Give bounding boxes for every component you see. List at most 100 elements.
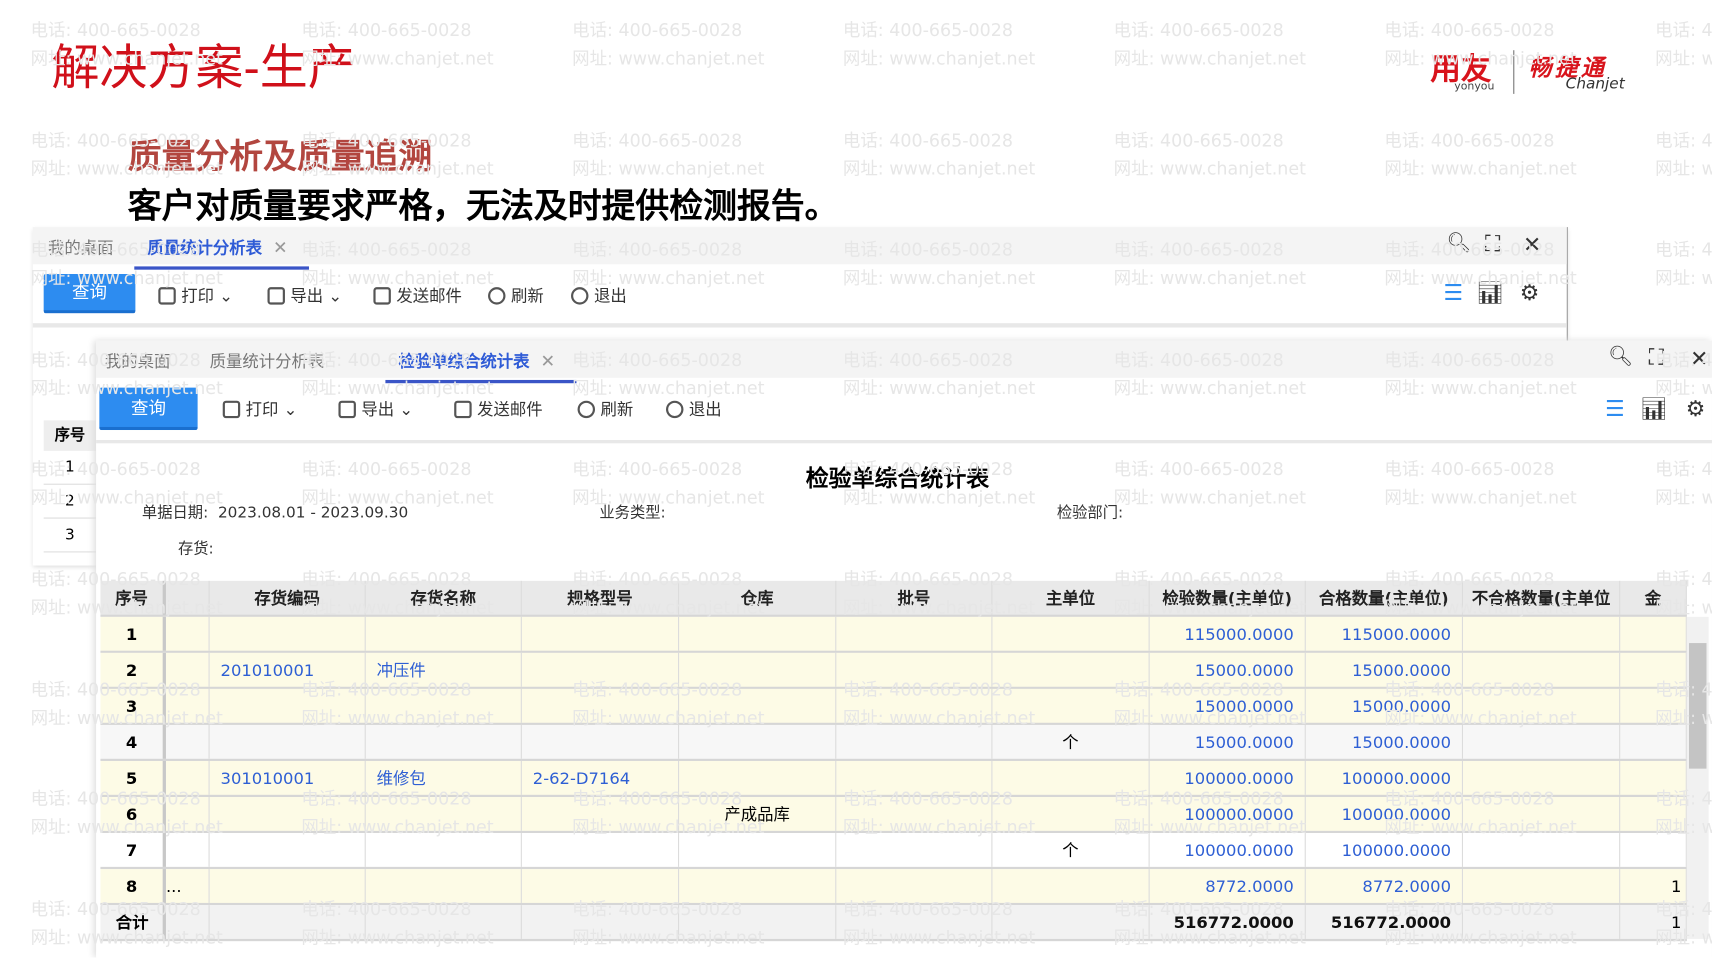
cell-fail-qty	[1463, 869, 1621, 903]
column-header-fail-qty: 不合格数量(主单位	[1463, 580, 1621, 615]
cell-inspect-qty: 100000.0000	[1150, 760, 1306, 795]
logo-chanjet-en: Chanjet	[1565, 75, 1625, 93]
tab-quality-analysis[interactable]: 质量统计分析表 ✕	[134, 236, 310, 270]
cell-spec	[522, 833, 680, 867]
left-table-row: 2	[43, 485, 97, 519]
cell-code	[210, 797, 366, 831]
cell-warehouse	[679, 688, 837, 723]
export-button[interactable]: 导出 ⌄	[338, 397, 413, 420]
cell-spec[interactable]: 2-62-D7164	[522, 760, 680, 795]
fullscreen-icon[interactable]: ⛶	[1649, 344, 1664, 370]
cell-spec	[522, 616, 680, 651]
watermark: 电话: 400-665-0028网址: www.chanjet.net	[842, 129, 1036, 179]
cell-spec	[522, 688, 680, 723]
cell-amount	[1620, 760, 1687, 795]
cell-name[interactable]: 维修包	[366, 760, 522, 795]
cell-code	[210, 688, 366, 723]
cell-batch	[836, 724, 993, 759]
cell-pass-qty: 516772.0000	[1306, 905, 1464, 939]
tab-quality-analysis[interactable]: 质量统计分析表	[210, 349, 325, 372]
cell-code	[210, 616, 366, 651]
tab-bar: 我的桌面 质量统计分析表 检验单综合统计表 ✕ 🔍︎ ⛶ ✕	[96, 340, 1712, 384]
tab-desktop[interactable]: 我的桌面	[48, 236, 114, 259]
vertical-scrollbar[interactable]	[1686, 616, 1709, 939]
cell-spec	[522, 869, 680, 903]
cell-batch	[836, 688, 993, 723]
cell-batch	[836, 905, 993, 939]
date-filter: 单据日期: 2023.08.01 - 2023.09.30	[141, 504, 409, 522]
cell-inspect-qty: 8772.0000	[1150, 869, 1306, 903]
slide-subtitle: 质量分析及质量追溯	[127, 137, 433, 177]
exit-button[interactable]: 退出	[665, 397, 722, 420]
dept-filter: 检验部门:	[1056, 504, 1124, 522]
cell-flag	[166, 797, 210, 831]
cell-amount: 1	[1620, 869, 1687, 903]
left-table-row: 3	[43, 519, 97, 553]
list-view-icon[interactable]: ☰	[1605, 395, 1625, 421]
exit-button[interactable]: 退出	[571, 284, 627, 307]
print-button[interactable]: 打印 ⌄	[222, 397, 297, 420]
cell-seq: 5	[100, 760, 166, 795]
scrollbar-thumb[interactable]	[1689, 643, 1707, 769]
table-row: 8... 8772.0000 8772.0000 1	[100, 869, 1687, 906]
settings-icon[interactable]: ⚙	[1686, 395, 1706, 421]
close-icon[interactable]: ✕	[1523, 231, 1541, 257]
brand-logo: 用友 yonyou 畅捷通 Chanjet	[1430, 46, 1648, 96]
tab-desktop[interactable]: 我的桌面	[105, 349, 171, 372]
column-header-code[interactable]: 存货编码	[210, 580, 366, 615]
refresh-button[interactable]: 刷新	[577, 397, 633, 420]
tab-bar: 我的桌面 质量统计分析表 ✕ 🔍︎ ⛶ ✕	[32, 227, 1567, 270]
cell-seq: 6	[100, 797, 166, 831]
cell-code[interactable]: 301010001	[210, 760, 366, 795]
query-button[interactable]: 查询	[99, 387, 198, 431]
search-icon[interactable]: 🔍︎	[1608, 345, 1633, 368]
cell-code[interactable]: 201010001	[210, 652, 366, 687]
column-header-spec[interactable]: 规格型号	[522, 580, 680, 615]
table-row: 4 个 15000.0000 15000.0000	[100, 724, 1687, 761]
cell-warehouse	[679, 652, 837, 687]
cell-seq: 3	[100, 688, 166, 723]
cell-batch	[836, 869, 993, 903]
cell-name[interactable]: 冲压件	[366, 652, 522, 687]
refresh-button[interactable]: 刷新	[488, 284, 544, 307]
cell-unit: 个	[992, 724, 1150, 759]
cell-spec	[522, 905, 680, 939]
column-header-name[interactable]: 存货名称	[366, 580, 522, 615]
close-icon[interactable]: ✕	[1690, 345, 1708, 371]
close-tab-icon[interactable]: ✕	[540, 350, 555, 371]
cell-inspect-qty: 15000.0000	[1150, 724, 1306, 759]
list-view-icon[interactable]: ☰	[1443, 280, 1463, 306]
cell-fail-qty	[1463, 652, 1621, 687]
cell-warehouse	[679, 724, 837, 759]
cell-pass-qty: 8772.0000	[1306, 869, 1464, 903]
search-icon[interactable]: 🔍︎	[1447, 231, 1472, 254]
fullscreen-icon[interactable]: ⛶	[1485, 230, 1500, 256]
cell-pass-qty: 115000.0000	[1306, 616, 1464, 651]
cell-code	[210, 833, 366, 867]
settings-icon[interactable]: ⚙	[1520, 280, 1540, 306]
cell-warehouse	[679, 905, 837, 939]
export-button[interactable]: 导出 ⌄	[267, 284, 342, 307]
query-button[interactable]: 查询	[43, 274, 136, 314]
column-header-unit: 主单位	[992, 580, 1150, 615]
table-row: 6 产成品库 100000.0000 100000.0000	[100, 797, 1687, 834]
send-email-button[interactable]: 发送邮件	[373, 284, 462, 307]
cell-pass-qty: 100000.0000	[1306, 797, 1464, 831]
cell-flag	[166, 833, 210, 867]
chart-view-icon[interactable]: 📊︎	[1476, 280, 1504, 306]
cell-seq: 2	[100, 652, 166, 687]
watermark: 电话: 400-665-0028网址: www.chanjet.net	[1655, 19, 1712, 69]
table-row: 7 个 100000.0000 100000.0000	[100, 833, 1687, 870]
tab-inspection-report[interactable]: 检验单综合统计表 ✕	[385, 349, 578, 384]
cell-warehouse	[679, 869, 837, 903]
close-tab-icon[interactable]: ✕	[273, 237, 288, 258]
print-button[interactable]: 打印 ⌄	[158, 284, 233, 307]
cell-batch	[836, 833, 993, 867]
cell-pass-qty: 100000.0000	[1306, 760, 1464, 795]
cell-warehouse: 产成品库	[679, 797, 837, 831]
table-row: 3 15000.0000 15000.0000	[100, 688, 1687, 725]
send-email-button[interactable]: 发送邮件	[454, 397, 543, 420]
cell-pass-qty: 15000.0000	[1306, 688, 1464, 723]
cell-unit	[992, 905, 1150, 939]
chart-view-icon[interactable]: 📊︎	[1640, 395, 1668, 421]
